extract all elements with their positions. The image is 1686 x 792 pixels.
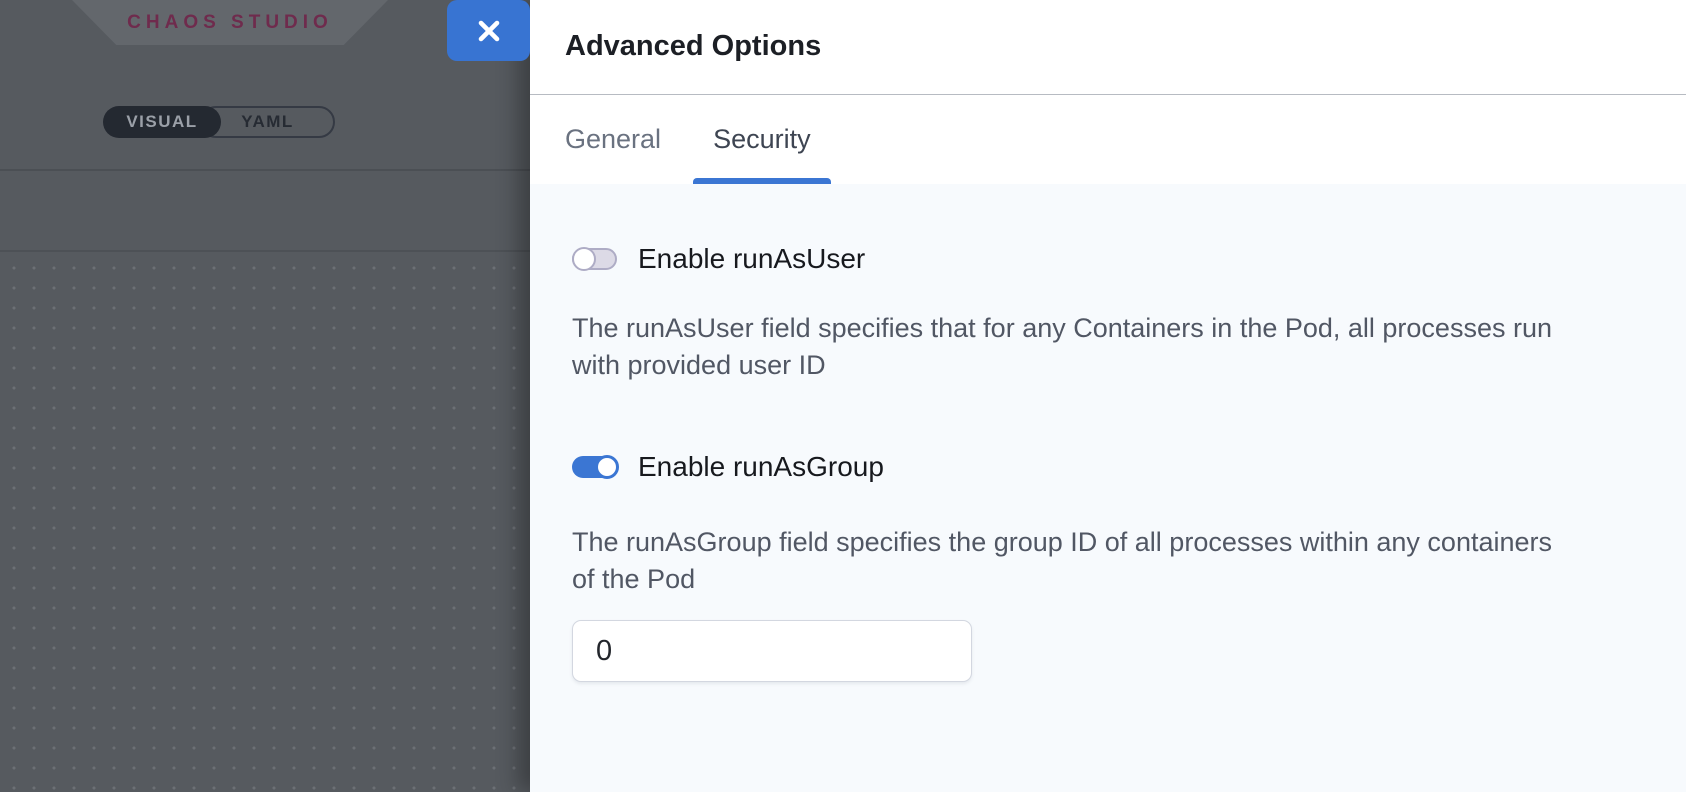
close-icon <box>474 16 504 46</box>
runasuser-toggle-knob <box>572 247 596 271</box>
chaos-studio-canvas: CHAOS STUDIO YAML VISUAL <box>0 0 530 792</box>
close-button[interactable] <box>447 0 530 61</box>
drawer-title: Advanced Options <box>565 30 1646 63</box>
runasgroup-value-input[interactable] <box>572 620 972 682</box>
runasgroup-label: Enable runAsGroup <box>638 451 884 483</box>
runasgroup-description: The runAsGroup field specifies the group… <box>572 524 1577 598</box>
app-root: CHAOS STUDIO YAML VISUAL Advanced Option… <box>0 0 1686 792</box>
runasgroup-toggle-knob <box>595 455 619 479</box>
runasuser-description: The runAsUser field specifies that for a… <box>572 310 1577 384</box>
drawer-header: Advanced Options <box>530 0 1686 95</box>
tab-general[interactable]: General <box>545 95 681 184</box>
drawer-tabs: General Security <box>530 95 1686 184</box>
tab-security[interactable]: Security <box>693 95 831 184</box>
drawer-scrim[interactable] <box>0 0 530 792</box>
runasuser-label: Enable runAsUser <box>638 243 865 275</box>
security-tab-panel: Enable runAsUser The runAsUser field spe… <box>530 184 1686 792</box>
runasgroup-row: Enable runAsGroup <box>572 452 1638 482</box>
runasuser-row: Enable runAsUser <box>572 244 1638 274</box>
runasgroup-toggle[interactable] <box>572 456 617 478</box>
advanced-options-drawer: Advanced Options General Security Enable… <box>530 0 1686 792</box>
runasuser-toggle[interactable] <box>572 248 617 270</box>
